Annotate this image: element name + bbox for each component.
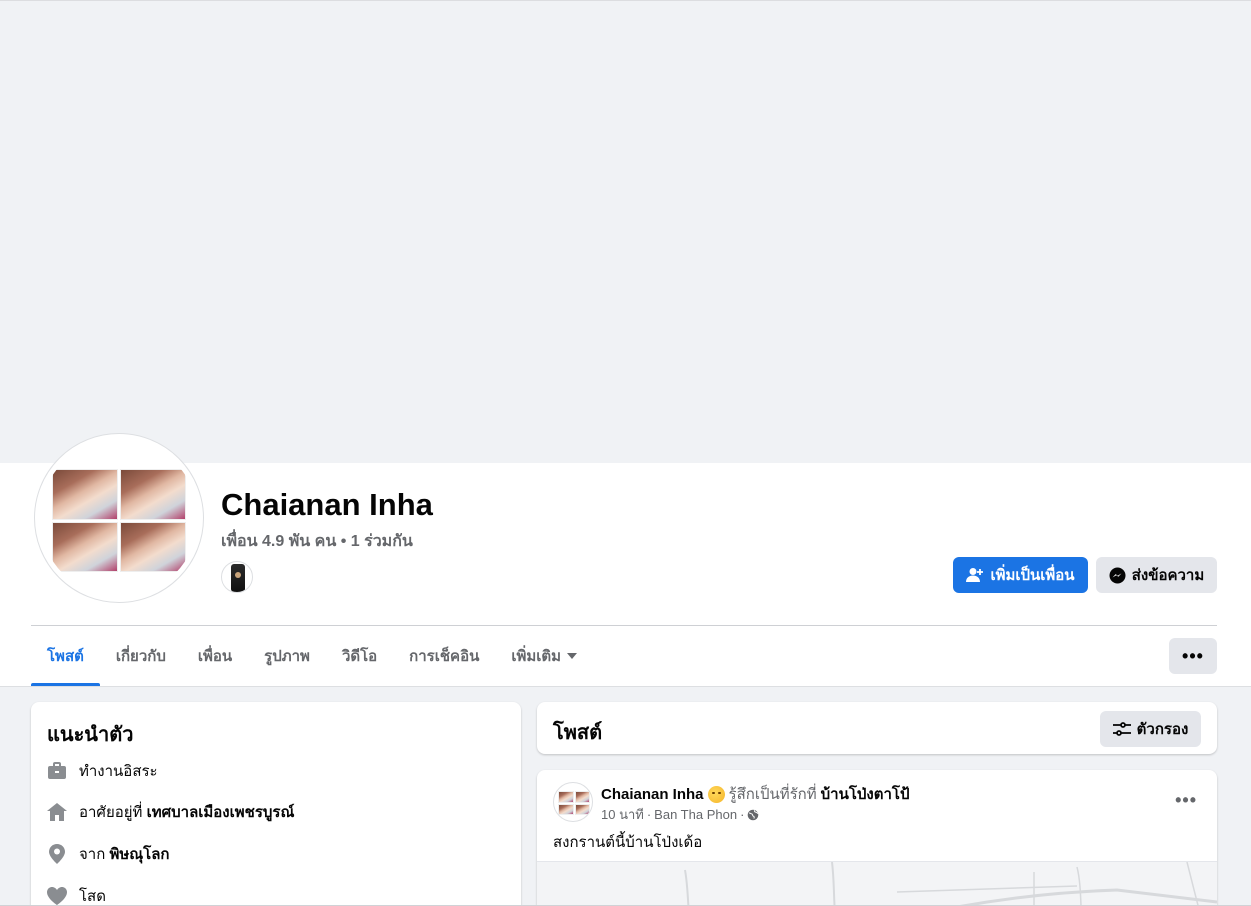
globe-icon xyxy=(748,809,759,820)
mutual-friend-avatar[interactable] xyxy=(221,561,253,593)
cover-photo[interactable] xyxy=(0,0,1251,463)
post-options-button[interactable]: ••• xyxy=(1175,790,1197,811)
post-location[interactable]: Ban Tha Phon xyxy=(654,807,737,822)
post-card: Chaianan Inha รู้สึกเป็นที่รักที่ บ้านโป… xyxy=(537,770,1217,906)
intro-work: ทำงานอิสระ xyxy=(47,759,158,783)
filter-icon xyxy=(1112,722,1131,736)
header-bottom-border xyxy=(0,686,1251,687)
hometown-link[interactable]: พิษณุโลก xyxy=(109,846,169,863)
post-meta: 10 นาที · Ban Tha Phon · xyxy=(601,804,759,825)
post-feeling: รู้สึกเป็นที่รักที่ xyxy=(728,786,817,803)
profile-tabs: โพสต์ เกี่ยวกับ เพื่อน รูปภาพ วิดีโอ การ… xyxy=(31,626,593,686)
tab-posts[interactable]: โพสต์ xyxy=(31,626,100,686)
map-roads xyxy=(684,862,1217,906)
post-author-avatar[interactable] xyxy=(553,782,593,822)
briefcase-icon xyxy=(47,761,67,781)
intro-lives-in: อาศัยอยู่ที่ เทศบาลเมืองเพชรบูรณ์ xyxy=(47,800,294,824)
caret-down-icon xyxy=(567,653,578,659)
post-place-link[interactable]: บ้านโป่งตาโป้ xyxy=(821,782,910,806)
intro-relationship: โสด xyxy=(47,884,106,906)
tab-photos[interactable]: รูปภาพ xyxy=(248,626,326,686)
feeling-loved-emoji-icon xyxy=(707,785,725,803)
profile-picture[interactable] xyxy=(40,439,198,597)
add-friend-icon xyxy=(966,568,984,582)
intro-from: จาก พิษณุโลก xyxy=(47,842,170,866)
message-label: ส่งข้อความ xyxy=(1131,567,1205,584)
intro-card: แนะนำตัว ทำงานอิสระ อาศัยอยู่ที่ เทศบาลเ… xyxy=(31,702,521,906)
add-friend-button[interactable]: เพิ่มเป็นเพื่อน xyxy=(953,557,1088,593)
tab-checkins[interactable]: การเช็คอิน xyxy=(393,626,495,686)
filter-button[interactable]: ตัวกรอง xyxy=(1100,711,1201,747)
post-text: สงกรานต์นี้บ้านโป่งเด้อ xyxy=(553,834,703,851)
post-author-name[interactable]: Chaianan Inha xyxy=(601,786,704,803)
post-time[interactable]: 10 นาที xyxy=(601,804,644,825)
home-icon xyxy=(47,802,67,822)
messenger-icon xyxy=(1109,567,1126,583)
message-button[interactable]: ส่งข้อความ xyxy=(1096,557,1217,593)
friends-count[interactable]: เพื่อน 4.9 พัน คน • 1 ร่วมกัน xyxy=(221,529,413,554)
tab-videos[interactable]: วิดีโอ xyxy=(326,626,393,686)
intro-title: แนะนำตัว xyxy=(47,724,134,746)
post-header: Chaianan Inha รู้สึกเป็นที่รักที่ บ้านโป… xyxy=(601,782,910,806)
tab-more[interactable]: เพิ่มเติม xyxy=(495,626,593,686)
posts-header-card: โพสต์ ตัวกรอง xyxy=(537,702,1217,754)
tab-about[interactable]: เกี่ยวกับ xyxy=(100,626,182,686)
tab-friends[interactable]: เพื่อน xyxy=(182,626,248,686)
lives-in-link[interactable]: เทศบาลเมืองเพชรบูรณ์ xyxy=(147,804,295,821)
posts-title: โพสต์ xyxy=(553,722,603,744)
profile-picture-image xyxy=(52,469,186,572)
location-pin-icon xyxy=(47,844,67,864)
profile-name: Chaianan Inha xyxy=(221,487,433,522)
add-friend-label: เพิ่มเป็นเพื่อน xyxy=(990,567,1075,584)
more-options-button[interactable]: ••• xyxy=(1169,638,1217,674)
heart-icon xyxy=(47,886,67,906)
post-map[interactable] xyxy=(537,861,1217,906)
